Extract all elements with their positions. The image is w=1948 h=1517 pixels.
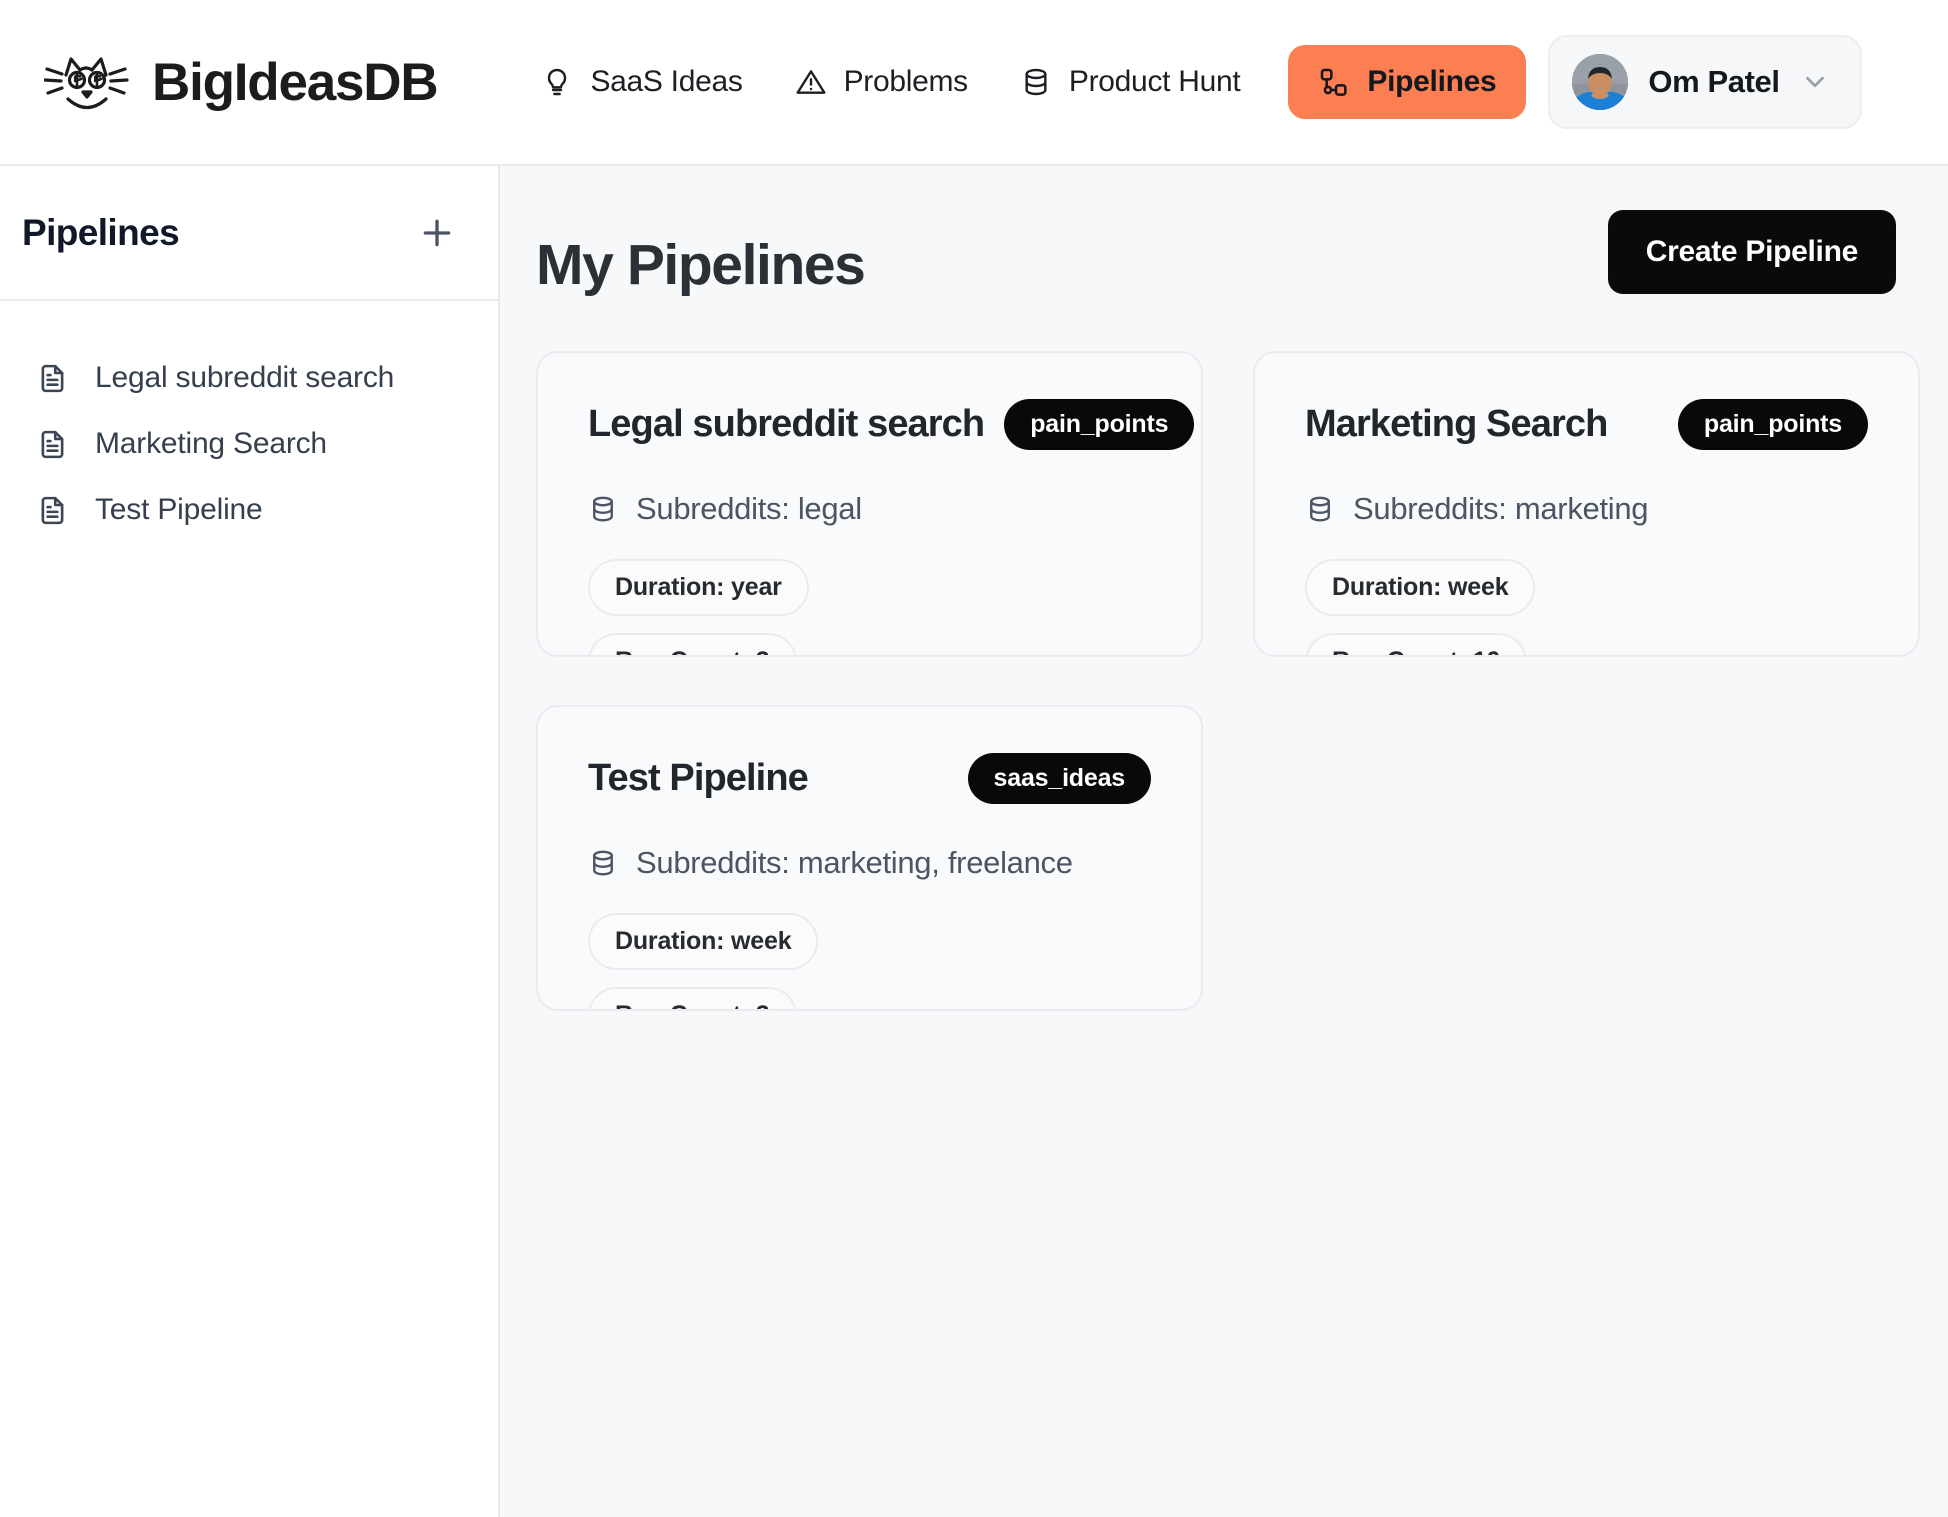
main-header: My Pipelines Create Pipeline: [536, 210, 1896, 298]
sidebar: Pipelines Legal subreddit search Marketi…: [0, 166, 500, 1517]
create-pipeline-button[interactable]: Create Pipeline: [1607, 210, 1896, 294]
sidebar-item-label: Marketing Search: [95, 427, 327, 460]
sidebar-item-test-pipeline[interactable]: Test Pipeline: [0, 477, 498, 543]
sidebar-item-label: Test Pipeline: [95, 493, 263, 526]
document-icon: [36, 362, 69, 395]
pipeline-subreddits-row: Subreddits: marketing: [1305, 491, 1868, 527]
nav-item-pipelines-label: Pipelines: [1367, 65, 1497, 98]
database-icon: [588, 494, 618, 524]
pipeline-subreddits-text: Subreddits: marketing: [1353, 491, 1649, 526]
pipelines-card-grid: Legal subreddit search pain_points Subre…: [536, 351, 1920, 1011]
user-menu-button[interactable]: Om Patel: [1548, 35, 1862, 129]
nav-item-saas-ideas-label: SaaS Ideas: [590, 65, 743, 98]
sidebar-title: Pipelines: [22, 211, 180, 253]
run-count-pill: Run Count: 3: [588, 987, 797, 1009]
pipeline-meta-pills: Duration: week Run Count: 10 Keywords: n…: [1305, 559, 1705, 655]
duration-pill: Duration: week: [588, 913, 819, 970]
lightbulb-icon: [541, 66, 573, 98]
database-icon: [1020, 66, 1052, 98]
chevron-down-icon[interactable]: [1800, 67, 1830, 97]
sidebar-item-marketing-search[interactable]: Marketing Search: [0, 411, 498, 477]
nav-item-product-hunt[interactable]: Product Hunt: [994, 47, 1267, 117]
pipeline-card[interactable]: Legal subreddit search pain_points Subre…: [536, 351, 1203, 657]
pipeline-card-title: Marketing Search: [1305, 403, 1608, 445]
run-count-pill: Run Count: 10: [1305, 633, 1528, 655]
brand-name: BigIdeasDB: [152, 52, 439, 112]
pipeline-card-header: Test Pipeline saas_ideas: [588, 753, 1151, 804]
top-navigation-bar: BigIdeasDB SaaS Ideas Problems Product H…: [0, 0, 1948, 166]
pipeline-subreddits-text: Subreddits: marketing, freelance: [636, 845, 1073, 880]
status-badge: pain_points: [1004, 399, 1195, 450]
pipeline-meta-pills: Duration: year Run Count: 3 Keywords: ne…: [588, 559, 988, 655]
duration-pill: Duration: year: [588, 559, 809, 616]
cat-money-face-logo-icon: [44, 49, 130, 115]
body-container: Pipelines Legal subreddit search Marketi…: [0, 166, 1948, 1517]
avatar: [1572, 54, 1629, 110]
sidebar-item-label: Legal subreddit search: [95, 361, 395, 394]
document-icon: [36, 428, 69, 461]
document-icon: [36, 494, 69, 527]
nav-item-pipelines[interactable]: Pipelines: [1288, 45, 1527, 119]
add-pipeline-button[interactable]: [414, 210, 460, 256]
duration-pill: Duration: week: [1305, 559, 1536, 616]
pipeline-card[interactable]: Test Pipeline saas_ideas Subreddits: mar…: [536, 705, 1203, 1011]
nav-item-problems-label: Problems: [843, 65, 969, 98]
brand-logo-link[interactable]: BigIdeasDB: [44, 49, 439, 115]
workflow-nodes-icon: [1318, 66, 1350, 98]
run-count-pill: Run Count: 3: [588, 633, 797, 655]
nav-item-product-hunt-label: Product Hunt: [1068, 65, 1241, 98]
pipeline-meta-pills: Duration: week Run Count: 3 Keywords: ne…: [588, 913, 988, 1009]
status-badge: pain_points: [1677, 399, 1868, 450]
sidebar-header: Pipelines: [0, 166, 498, 301]
app-root: BigIdeasDB SaaS Ideas Problems Product H…: [0, 0, 1948, 1517]
sidebar-pipeline-list: Legal subreddit search Marketing Search: [0, 301, 498, 543]
nav-item-problems[interactable]: Problems: [769, 47, 994, 117]
warning-triangle-icon: [795, 66, 827, 98]
pipeline-subreddits-row: Subreddits: legal: [588, 491, 1151, 527]
user-name: Om Patel: [1648, 64, 1780, 99]
pipeline-subreddits-text: Subreddits: legal: [636, 491, 862, 526]
pipeline-card-header: Legal subreddit search pain_points: [588, 399, 1195, 450]
pipeline-card-title: Legal subreddit search: [588, 403, 985, 445]
database-icon: [588, 848, 618, 878]
sidebar-item-legal-subreddit-search[interactable]: Legal subreddit search: [0, 345, 498, 411]
pipeline-subreddits-row: Subreddits: marketing, freelance: [588, 845, 1151, 881]
status-badge: saas_ideas: [967, 753, 1151, 804]
pipeline-card[interactable]: Marketing Search pain_points Subreddits:…: [1253, 351, 1920, 657]
page-title: My Pipelines: [536, 233, 866, 297]
main-nav-links: SaaS Ideas Problems Product Hunt Pipelin…: [515, 45, 1527, 119]
main-content: My Pipelines Create Pipeline Legal subre…: [500, 166, 1948, 1517]
pipeline-card-title: Test Pipeline: [588, 757, 809, 799]
database-icon: [1305, 494, 1335, 524]
pipeline-card-header: Marketing Search pain_points: [1305, 399, 1868, 450]
nav-item-saas-ideas[interactable]: SaaS Ideas: [515, 47, 768, 117]
